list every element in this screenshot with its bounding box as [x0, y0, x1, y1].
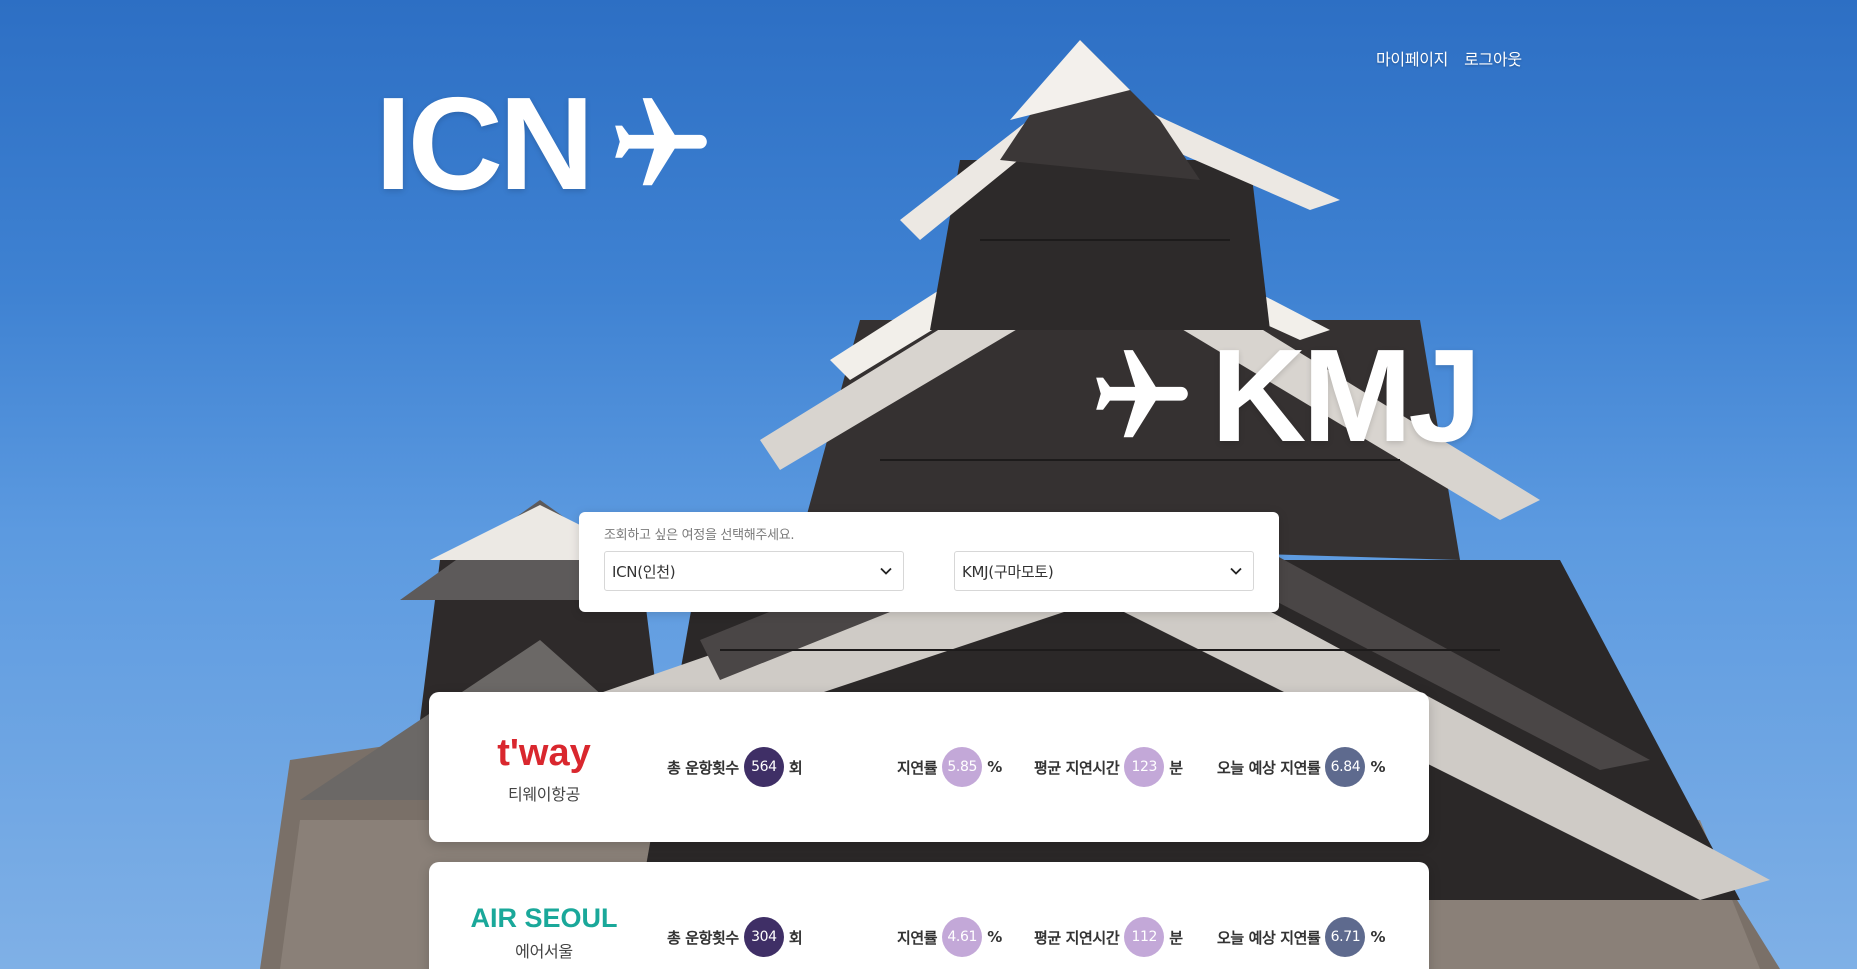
airline-name: 에어서울 — [515, 942, 573, 961]
avg-delay-badge: 123 — [1124, 747, 1165, 787]
tway-logo: t'way — [497, 732, 591, 774]
stat-unit: 회 — [788, 758, 803, 777]
delay-rate-badge: 5.85 — [942, 747, 983, 787]
airline-logo-block: t'way 티웨이항공 — [449, 692, 639, 842]
stat-label: 오늘 예상 지연률 — [1217, 928, 1321, 947]
stat-unit: % — [1370, 758, 1386, 776]
destination-code: KMJ — [1211, 322, 1482, 469]
stat-delay-rate: 지연률 4.61 % — [897, 917, 1002, 957]
origin-code: ICN — [375, 70, 594, 217]
svg-text:AIR SEOUL: AIR SEOUL — [470, 903, 617, 932]
stat-unit: % — [987, 758, 1002, 776]
hero-origin: ICN — [375, 78, 720, 210]
stat-total-flights: 총 운항횟수 564 회 — [667, 692, 803, 842]
stat-label: 지연률 — [897, 928, 938, 947]
chevron-down-icon — [1230, 567, 1242, 575]
logout-link[interactable]: 로그아웃 — [1464, 46, 1522, 70]
stat-label: 평균 지연시간 — [1034, 758, 1120, 777]
stat-today-delay-rate: 오늘 예상 지연률 6.84 % — [1217, 692, 1385, 842]
airline-card-tway[interactable]: t'way 티웨이항공 총 운항횟수 564 회 지연률 5.85 % 평균 지… — [429, 692, 1429, 842]
today-delay-badge: 6.71 — [1325, 917, 1366, 957]
stat-unit: 분 — [1169, 758, 1183, 777]
svg-text:t'way: t'way — [497, 732, 591, 774]
total-flights-badge: 564 — [743, 747, 784, 787]
stat-avg-delay: 평균 지연시간 123 분 — [1034, 692, 1183, 842]
stat-avg-delay: 평균 지연시간 112 분 — [1034, 917, 1183, 957]
destination-select-value: KMJ(구마모토) — [962, 562, 1054, 581]
airplane-icon — [1096, 350, 1188, 438]
airline-name: 티웨이항공 — [507, 785, 581, 804]
airseoul-logo: AIR SEOUL — [470, 903, 617, 932]
destination-select[interactable]: KMJ(구마모토) — [954, 551, 1254, 591]
selector-hint: 조회하고 싶은 여정을 선택해주세요. — [604, 528, 795, 543]
stat-label: 오늘 예상 지연률 — [1217, 758, 1321, 777]
chevron-down-icon — [880, 567, 892, 575]
stat-label: 지연률 — [897, 758, 938, 777]
airline-card-airseoul[interactable]: AIR SEOUL 에어서울 총 운항횟수 304 회 지연률 4.61 % 평… — [429, 862, 1429, 969]
stat-label: 총 운항횟수 — [667, 928, 739, 947]
mypage-link[interactable]: 마이페이지 — [1376, 46, 1448, 70]
total-flights-badge: 304 — [743, 917, 784, 957]
airplane-icon — [615, 98, 708, 186]
stat-unit: 분 — [1169, 928, 1183, 947]
stat-label: 평균 지연시간 — [1034, 928, 1120, 947]
route-selector-card: 조회하고 싶은 여정을 선택해주세요. ICN(인천) KMJ(구마모토) — [579, 512, 1279, 612]
page: 마이페이지 로그아웃 ICN KMJ 조회하고 싶은 여정을 선택해주세요. I… — [0, 0, 1857, 969]
top-nav: 마이페이지 로그아웃 — [1376, 46, 1522, 70]
today-delay-badge: 6.84 — [1325, 747, 1366, 787]
delay-rate-badge: 4.61 — [942, 917, 983, 957]
stat-today-delay-rate: 오늘 예상 지연률 6.71 % — [1217, 917, 1385, 957]
airline-logo-block: AIR SEOUL 에어서울 — [449, 862, 639, 969]
stat-delay-rate: 지연률 5.85 % — [897, 692, 1002, 842]
stat-unit: % — [1370, 928, 1386, 946]
stat-unit: % — [987, 928, 1002, 946]
origin-select[interactable]: ICN(인천) — [604, 551, 904, 591]
stat-total-flights: 총 운항횟수 304 회 — [667, 917, 803, 957]
avg-delay-badge: 112 — [1124, 917, 1165, 957]
stat-label: 총 운항횟수 — [667, 758, 739, 777]
hero-destination: KMJ — [1083, 322, 1482, 469]
stat-unit: 회 — [788, 928, 803, 947]
origin-select-value: ICN(인천) — [612, 562, 676, 581]
